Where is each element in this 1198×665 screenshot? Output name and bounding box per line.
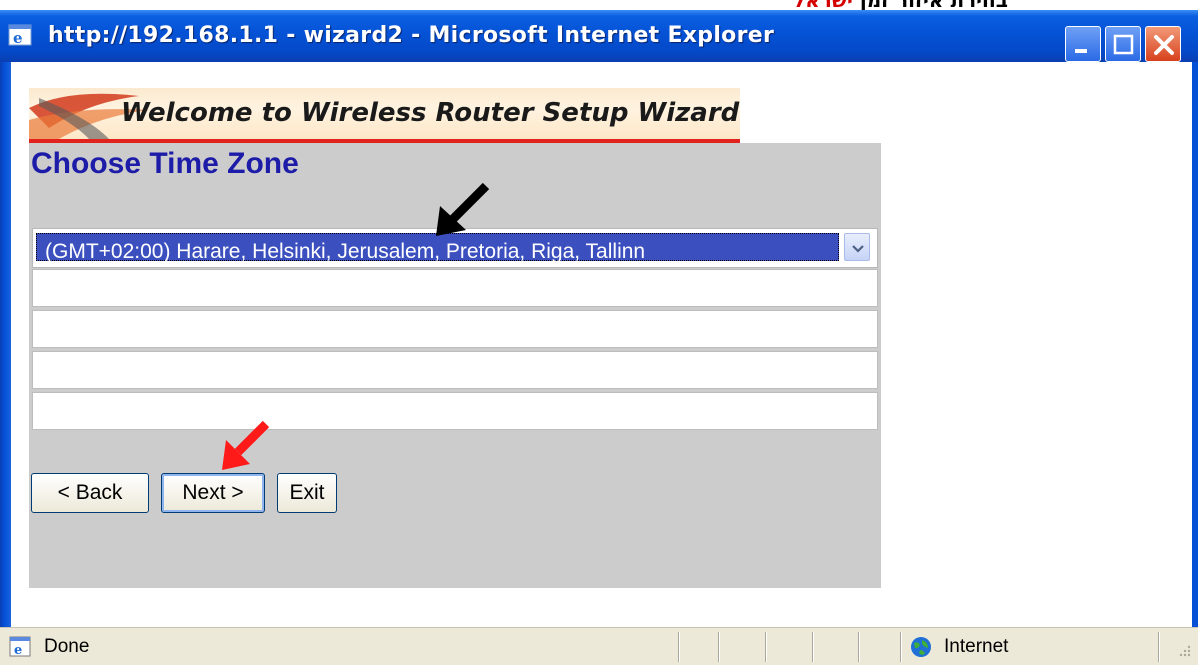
empty-list-row xyxy=(32,310,878,348)
status-separator xyxy=(678,632,680,662)
empty-list-row xyxy=(32,351,878,389)
status-separator xyxy=(718,632,720,662)
window-frame-left xyxy=(0,62,11,627)
empty-list-row xyxy=(32,269,878,307)
page-done-icon: e xyxy=(8,635,34,659)
empty-list-row xyxy=(32,392,878,430)
black-arrow-icon xyxy=(436,182,490,236)
ie-icon: e xyxy=(8,24,34,48)
status-separator xyxy=(812,632,814,662)
status-separator xyxy=(765,632,767,662)
caption-text: בחירת איזור זמן xyxy=(853,0,1008,10)
status-separator xyxy=(1158,632,1160,662)
banner-title: Welcome to Wireless Router Setup Wizard xyxy=(121,98,740,128)
status-bar: e Done Internet xyxy=(0,627,1198,665)
exit-button[interactable]: Exit xyxy=(277,473,337,513)
status-separator xyxy=(858,632,860,662)
resize-grip-icon[interactable] xyxy=(1178,644,1192,658)
window-title: http://192.168.1.1 - wizard2 - Microsoft… xyxy=(48,23,775,48)
back-button[interactable]: < Back xyxy=(31,473,149,513)
page-title: Choose Time Zone xyxy=(31,147,299,180)
svg-text:e: e xyxy=(13,29,23,47)
timezone-selected-text: (GMT+02:00) Harare, Helsinki, Jerusalem,… xyxy=(45,240,646,263)
svg-text:e: e xyxy=(14,643,22,658)
minimize-button[interactable] xyxy=(1065,26,1101,62)
maximize-button[interactable] xyxy=(1105,26,1141,62)
dropdown-button[interactable] xyxy=(844,233,870,261)
close-button[interactable] xyxy=(1145,26,1181,62)
status-text: Done xyxy=(44,636,90,657)
annotation-caption: בחירת איזור זמן ישראל xyxy=(0,0,1198,10)
next-button[interactable]: Next > xyxy=(161,473,265,513)
caption-highlight: ישראל xyxy=(793,0,853,10)
wizard-banner: Welcome to Wireless Router Setup Wizard xyxy=(29,88,740,143)
status-separator xyxy=(900,632,902,662)
window-frame-right xyxy=(1192,62,1198,627)
red-arrow-icon xyxy=(222,420,270,470)
title-bar: e http://192.168.1.1 - wizard2 - Microso… xyxy=(0,10,1198,62)
chevron-down-icon xyxy=(852,245,864,253)
security-zone-text: Internet xyxy=(944,636,1009,657)
globe-icon xyxy=(910,636,932,658)
